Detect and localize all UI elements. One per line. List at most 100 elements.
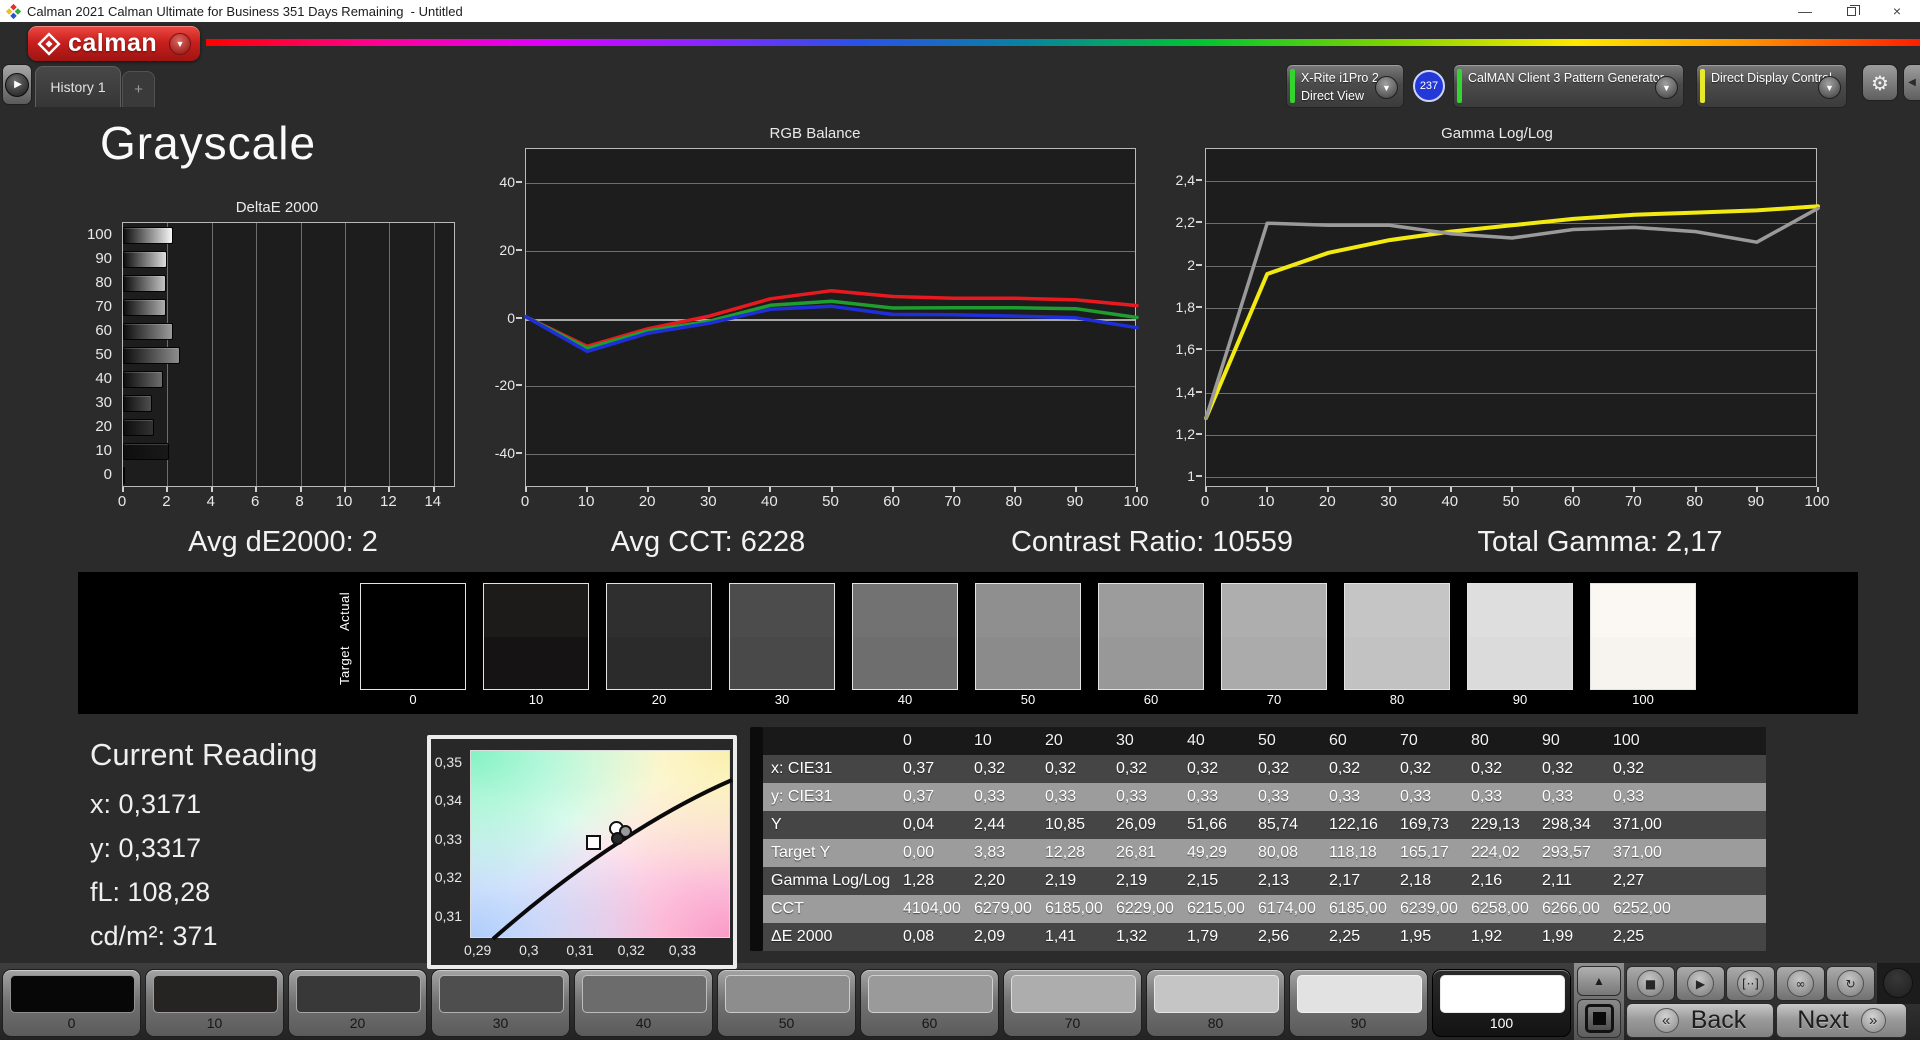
table-cell: 6252,00 <box>1613 900 1671 917</box>
table-cell: 2,25 <box>1329 928 1361 945</box>
tab-history-1[interactable]: History 1 <box>35 66 121 107</box>
display-control-dropdown[interactable]: Direct Display Control ▼ <box>1696 64 1847 108</box>
swatch-box <box>1221 583 1327 690</box>
x-tick-label: 90 <box>1066 493 1084 510</box>
display-control-status-indicator <box>1700 69 1705 103</box>
x-tick-label: 30 <box>699 493 717 510</box>
tab-scroll-button[interactable]: ▶ <box>2 64 32 105</box>
pattern-swatch <box>868 975 993 1013</box>
pattern-button-10[interactable]: 10 <box>145 969 284 1037</box>
continuous-button[interactable]: ∞ <box>1776 966 1825 1001</box>
axis-tick <box>255 487 258 492</box>
y-tick-label: 20 <box>95 418 112 436</box>
calman-menu-button[interactable]: calman ▼ <box>28 26 200 61</box>
table-cell: 2,27 <box>1613 872 1645 889</box>
y-tick-label: 1,2 <box>1175 426 1195 443</box>
pattern-button-60[interactable]: 60 <box>860 969 999 1037</box>
y-tick-label: 1,6 <box>1175 341 1195 358</box>
meter-dropdown[interactable]: X-Rite i1Pro 2 Direct View ▼ <box>1286 64 1404 108</box>
pattern-button-0[interactable]: 0 <box>2 969 141 1037</box>
panel-collapse-button[interactable]: ◀ <box>1903 64 1920 101</box>
pattern-button-100[interactable]: 100 <box>1432 969 1571 1037</box>
plus-icon: + <box>134 81 143 98</box>
grayscale-swatch-90: 90 <box>1467 583 1573 707</box>
cie-y-tick-label: 0,32 <box>434 869 462 886</box>
axis-tick <box>1013 487 1016 492</box>
cie-y-axis-labels: 0,35 0,34 0,33 0,32 0,31 <box>427 750 467 938</box>
close-button[interactable]: × <box>1874 0 1920 22</box>
axis-tick <box>1694 487 1697 492</box>
rgb-balance-x-axis-labels: 0 10 20 30 40 50 60 70 80 90 100 <box>521 487 1149 511</box>
deltae-bar-90 <box>123 250 168 268</box>
pattern-swatch <box>1154 975 1279 1013</box>
cie-x-tick-label: 0,3 <box>519 942 539 958</box>
reading-x: x: 0,3171 <box>90 789 202 819</box>
axis-tick <box>516 384 522 387</box>
pattern-button-30[interactable]: 30 <box>431 969 570 1037</box>
y-tick-label: 2,4 <box>1175 171 1195 188</box>
table-cell: 165,17 <box>1400 844 1449 861</box>
grayscale-swatch-80: 80 <box>1344 583 1450 707</box>
continuous-icon: ∞ <box>1787 970 1814 997</box>
pattern-generator-dropdown[interactable]: CalMAN Client 3 Pattern Generator ▼ <box>1453 64 1684 108</box>
add-tab-button[interactable]: + <box>122 71 155 107</box>
actual-patch <box>1468 584 1572 637</box>
axis-tick <box>769 487 772 492</box>
deltae-chart-title: DeltaE 2000 <box>235 199 319 216</box>
axis-tick <box>1633 487 1636 492</box>
axis-tick <box>1449 487 1452 492</box>
toolbar-corner <box>1877 963 1920 1004</box>
table-cell: 0,33 <box>1329 788 1361 805</box>
total-gamma-readout: Total Gamma: 2,17 <box>1477 526 1723 558</box>
pattern-window-toggle-button[interactable] <box>1577 999 1621 1038</box>
pattern-button-20[interactable]: 20 <box>288 969 427 1037</box>
pattern-label: 60 <box>921 1015 938 1031</box>
stop-button[interactable]: ■ <box>1626 966 1675 1001</box>
back-button[interactable]: « Back <box>1626 1003 1774 1038</box>
gamma-x-axis-labels: 0 10 20 30 40 50 60 70 80 90 100 <box>1201 487 1830 511</box>
pattern-panel-up-button[interactable]: ▲ <box>1577 966 1621 996</box>
axis-tick <box>952 487 955 492</box>
table-cell: 4104,00 <box>903 900 961 917</box>
cie-target-marker <box>586 835 602 851</box>
play-icon: ▶ <box>1687 970 1714 997</box>
pattern-label: 40 <box>635 1015 652 1031</box>
gamma-chart-plot <box>1204 148 1820 487</box>
axis-tick <box>122 487 124 492</box>
x-tick-label: 100 <box>1804 493 1830 510</box>
axis-tick <box>1511 487 1513 492</box>
pattern-button-40[interactable]: 40 <box>574 969 713 1037</box>
avg-de2000-readout: Avg dE2000: 2 <box>188 526 378 558</box>
x-tick-label: 0 <box>117 493 127 510</box>
table-cell: 122,16 <box>1329 816 1378 833</box>
table-cell: 0,37 <box>903 788 935 805</box>
gridline <box>345 223 346 486</box>
settings-button[interactable]: ⚙ <box>1862 64 1898 101</box>
table-cell: 0,32 <box>1258 760 1290 777</box>
target-patch <box>484 636 588 689</box>
axis-tick <box>708 487 711 492</box>
pattern-button-50[interactable]: 50 <box>717 969 856 1037</box>
swatch-box <box>852 583 958 690</box>
y-tick-label: 0 <box>507 309 515 326</box>
restore-button[interactable] <box>1828 0 1874 22</box>
pattern-button-90[interactable]: 90 <box>1289 969 1428 1037</box>
minimize-button[interactable]: — <box>1782 0 1828 22</box>
header-cell: 90 <box>1542 732 1560 749</box>
play-button[interactable]: ▶ <box>1676 966 1725 1001</box>
deltae-bar-10 <box>123 443 170 461</box>
back-chevron-icon: « <box>1653 1008 1679 1033</box>
x-tick-label: 50 <box>1502 493 1520 510</box>
y-tick-label: 80 <box>95 273 112 291</box>
next-button[interactable]: Next » <box>1776 1003 1907 1038</box>
pattern-button-80[interactable]: 80 <box>1146 969 1285 1037</box>
y-tick-label: -20 <box>494 377 515 394</box>
app-icon <box>6 3 21 19</box>
loop-button[interactable]: ↻ <box>1826 966 1875 1001</box>
pattern-swatch <box>10 975 135 1013</box>
sequence-button[interactable]: [··] <box>1726 966 1775 1001</box>
meter-count-badge[interactable]: 237 <box>1413 70 1445 102</box>
pattern-button-70[interactable]: 70 <box>1003 969 1142 1037</box>
table-scrollbar[interactable] <box>750 727 763 951</box>
target-patch <box>730 636 834 689</box>
